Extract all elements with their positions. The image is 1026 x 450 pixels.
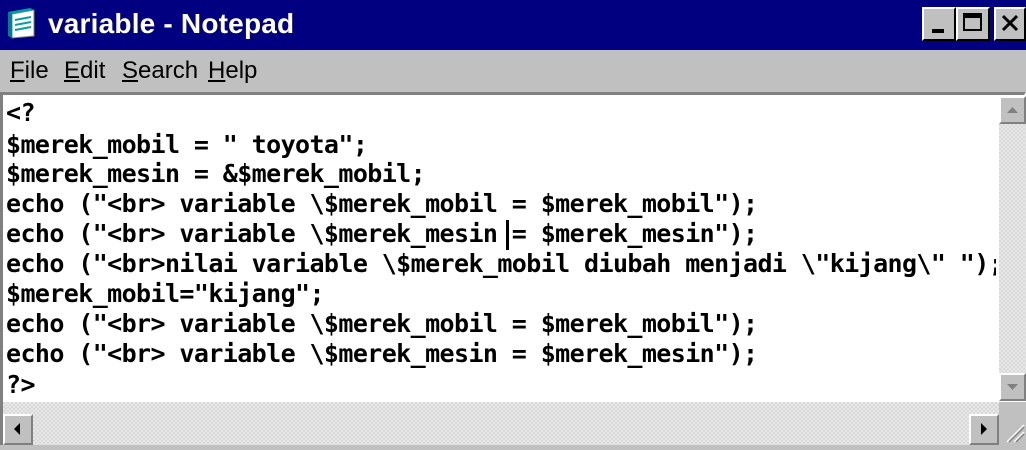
scroll-left-button[interactable] — [3, 414, 33, 445]
code-line: echo ("<br>nilai variable \$merek_mobil … — [6, 249, 996, 278]
menu-mnemonic: S — [122, 57, 139, 84]
menu-search[interactable]: Search — [122, 56, 198, 86]
horizontal-scrollbar[interactable] — [3, 402, 999, 445]
code-line: echo ("<br> variable \$merek_mesin = $me… — [6, 219, 758, 248]
menu-bar: File Edit Search Help — [0, 50, 1026, 92]
menu-mnemonic: E — [64, 57, 81, 84]
scroll-down-button[interactable] — [999, 373, 1026, 401]
arrow-up-icon — [1007, 107, 1018, 113]
arrow-down-icon — [1007, 384, 1018, 390]
scroll-right-button[interactable] — [969, 414, 999, 445]
code-line: echo ("<br> variable \$merek_mobil = $me… — [6, 189, 758, 218]
maximize-button[interactable] — [956, 7, 990, 41]
maximize-icon — [963, 13, 982, 31]
text-editor[interactable]: <? $merek_mobil = " toyota"; $merek_mesi… — [6, 96, 996, 402]
code-line: echo ("<br> variable \$merek_mobil = $me… — [6, 309, 758, 338]
resize-grip-icon — [1006, 424, 1025, 443]
notepad-icon[interactable] — [6, 8, 40, 40]
window-title: variable - Notepad — [48, 8, 295, 39]
menu-mnemonic: F — [10, 57, 25, 84]
arrow-left-icon — [14, 423, 20, 435]
code-line: ?> — [6, 370, 36, 399]
text-caret — [506, 220, 509, 250]
minimize-button[interactable] — [922, 7, 956, 41]
menu-file[interactable]: File — [10, 56, 49, 86]
arrow-right-icon — [981, 423, 987, 435]
menu-help[interactable]: Help — [208, 56, 257, 86]
minimize-icon — [932, 29, 944, 33]
vertical-scrollbar[interactable] — [999, 96, 1026, 401]
size-grip[interactable] — [999, 402, 1026, 445]
title-bar[interactable]: variable - Notepad — [0, 0, 1026, 50]
menu-mnemonic: H — [208, 57, 226, 84]
notepad-window: variable - Notepad File Edit Search Help… — [0, 0, 1026, 445]
close-button[interactable] — [994, 7, 1026, 41]
close-icon — [1001, 14, 1019, 32]
menu-edit[interactable]: Edit — [64, 56, 105, 86]
code-line: $merek_mobil = " toyota"; — [6, 130, 368, 159]
code-line: $merek_mobil="kijang"; — [6, 279, 325, 308]
code-line: <? — [6, 98, 36, 127]
code-line: $merek_mesin = &$merek_mobil; — [6, 159, 426, 188]
code-line: echo ("<br> variable \$merek_mesin = $me… — [6, 339, 758, 368]
scroll-up-button[interactable] — [999, 96, 1026, 124]
